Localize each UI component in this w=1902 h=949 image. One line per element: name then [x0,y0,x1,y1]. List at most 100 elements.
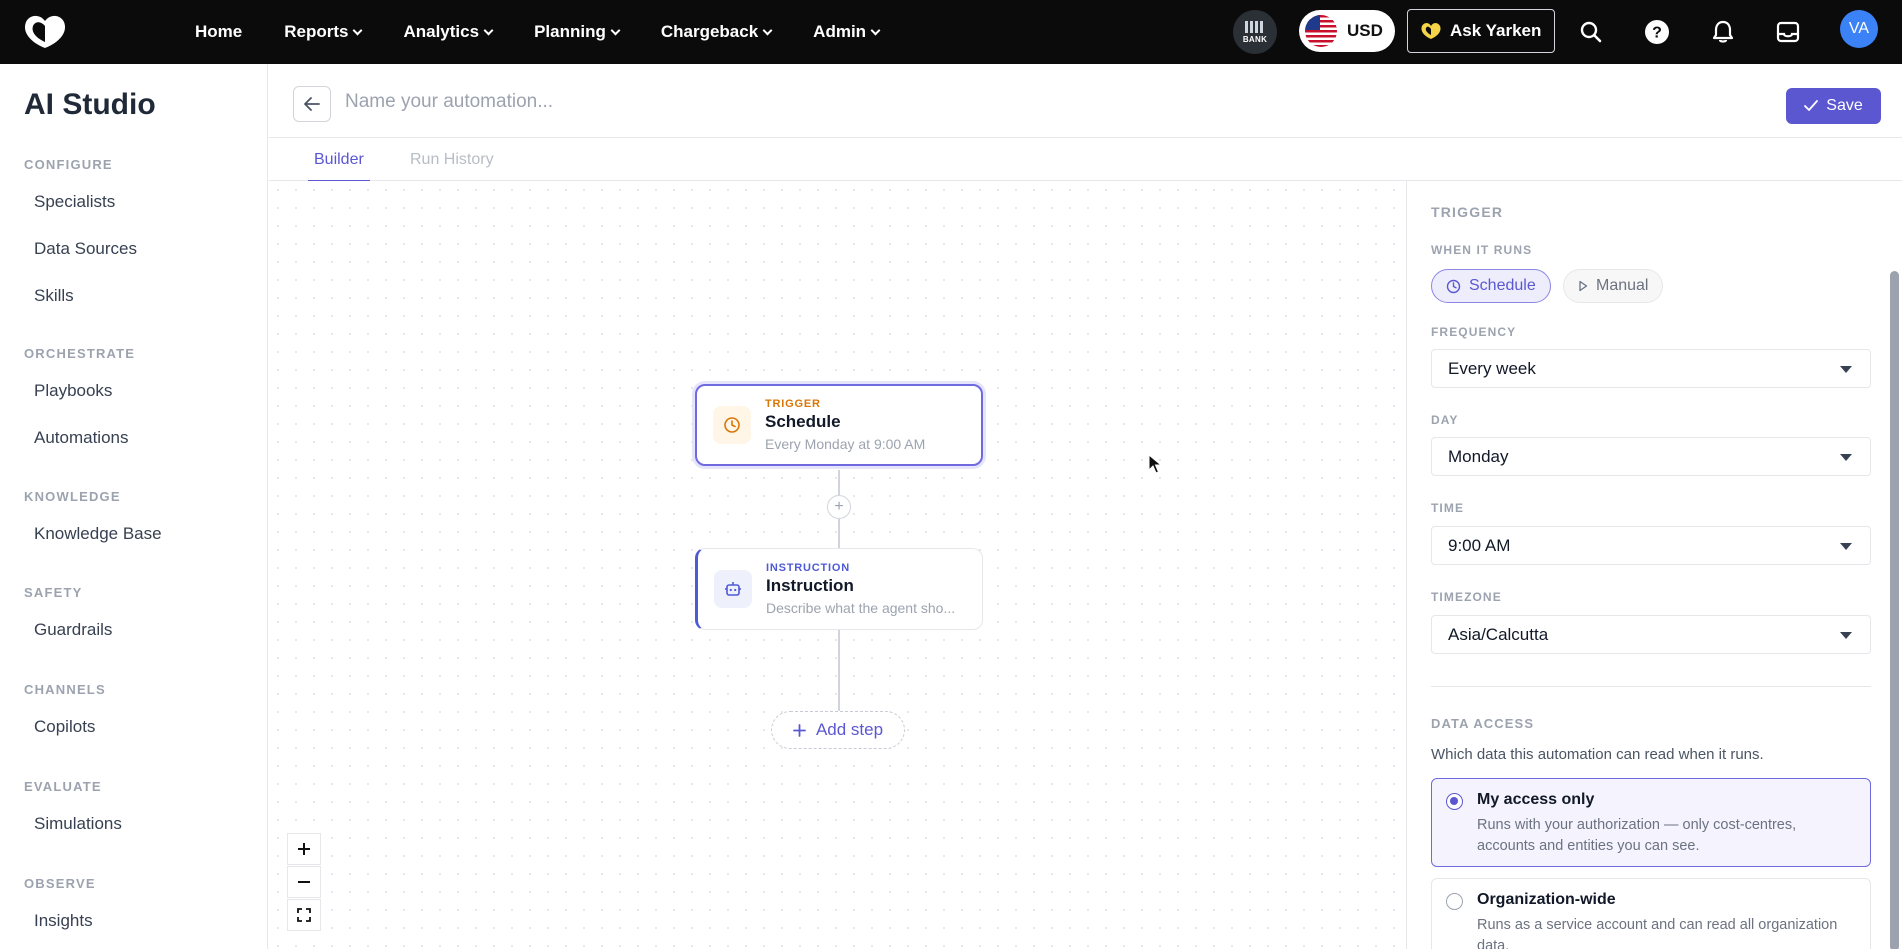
add-step-button[interactable]: Add step [771,711,905,749]
day-select[interactable]: Monday [1431,437,1871,476]
search-icon[interactable] [1573,14,1609,50]
check-icon [1804,100,1819,111]
sidebar-item-simulations[interactable]: Simulations [34,814,122,834]
zoom-in-icon[interactable] [287,833,321,865]
yarken-icon [1421,23,1441,39]
timezone-label: TIMEZONE [1431,590,1502,604]
chevron-down-icon [870,25,881,35]
radio-selected-icon [1446,793,1463,810]
nav-home-label: Home [195,22,243,41]
nav-planning-label: Planning [534,22,606,41]
my-access-only-title: My access only [1477,791,1595,808]
panel-title: TRIGGER [1431,204,1504,220]
sidebar-section-channels: CHANNELS [24,682,106,697]
chevron-down-icon [353,25,363,35]
sidebar-section-configure: CONFIGURE [24,157,113,172]
trigger-settings-panel: TRIGGER WHEN IT RUNS Schedule Manual FRE… [1406,181,1902,949]
data-access-label: DATA ACCESS [1431,716,1535,731]
tab-run-history[interactable]: Run History [410,151,494,169]
play-icon [1579,280,1588,292]
connector-line [838,519,840,548]
app-logo[interactable] [20,12,70,52]
data-access-description: Which data this automation can read when… [1431,746,1764,763]
automation-header: Save [269,64,1902,138]
nav-chargeback-label: Chargeback [660,22,759,41]
nav-analytics-label: Analytics [403,22,480,41]
sidebar-item-insights[interactable]: Insights [34,911,93,931]
chevron-down-icon [610,25,621,35]
top-navigation-bar: Home Reports Analytics Planning Chargeba… [0,0,1902,64]
instruction-node-kind: INSTRUCTION [766,562,850,574]
arrow-left-icon [304,97,320,111]
builder-canvas[interactable]: TRIGGER Schedule Every Monday at 9:00 AM… [269,181,1406,949]
sidebar-item-specialists[interactable]: Specialists [34,192,115,212]
nav-analytics[interactable]: Analytics [403,22,494,42]
bank-selector[interactable]: BANK [1233,10,1277,54]
sidebar-item-data-sources[interactable]: Data Sources [34,239,137,259]
robot-icon [714,570,752,608]
time-label: TIME [1431,501,1465,515]
timezone-select[interactable]: Asia/Calcutta [1431,615,1871,654]
currency-selector[interactable]: USD [1299,10,1395,52]
organization-wide-description: Runs as a service account and can read a… [1477,917,1838,949]
caret-down-icon [1840,454,1852,461]
nav-admin[interactable]: Admin [813,22,881,42]
my-access-only-description: Runs with your authorization — only cost… [1477,817,1797,854]
chevron-down-icon [762,25,773,35]
frequency-label: FREQUENCY [1431,325,1517,339]
when-it-runs-label: WHEN IT RUNS [1431,243,1533,257]
help-icon[interactable]: ? [1639,14,1675,50]
chevron-down-icon [483,25,494,35]
schedule-option-label: Schedule [1469,277,1536,294]
inbox-icon[interactable] [1770,14,1806,50]
sidebar-item-skills[interactable]: Skills [34,286,74,306]
bank-label: BANK [1242,34,1268,44]
manual-option[interactable]: Manual [1563,269,1664,303]
tab-builder[interactable]: Builder [308,151,370,182]
sidebar-section-evaluate: EVALUATE [24,779,102,794]
back-button[interactable] [293,86,331,122]
nav-reports-label: Reports [284,22,349,41]
organization-wide-title: Organization-wide [1477,891,1616,908]
sidebar-item-playbooks[interactable]: Playbooks [34,381,112,401]
avatar-initials: VA [1848,20,1870,37]
us-flag-icon [1305,15,1337,47]
instruction-node-title: Instruction [766,576,854,595]
sidebar-item-copilots[interactable]: Copilots [34,717,95,737]
trigger-node-title: Schedule [765,412,841,431]
nav-home[interactable]: Home [195,22,242,42]
frequency-select[interactable]: Every week [1431,349,1871,388]
nav-planning[interactable]: Planning [534,22,621,42]
instruction-node[interactable]: INSTRUCTION Instruction Describe what th… [695,548,983,630]
save-button[interactable]: Save [1786,88,1881,124]
mouse-cursor-icon [1148,454,1162,474]
nav-chargeback[interactable]: Chargeback [660,22,773,42]
svg-text:?: ? [1652,25,1662,42]
ask-yarken-label: Ask Yarken [1450,21,1542,40]
trigger-node[interactable]: TRIGGER Schedule Every Monday at 9:00 AM [695,384,983,466]
bell-icon[interactable] [1705,14,1741,50]
radio-unselected-icon [1446,893,1463,910]
automation-name-input[interactable] [345,84,1245,120]
ask-yarken-button[interactable]: Ask Yarken [1407,9,1555,53]
sidebar-section-orchestrate: ORCHESTRATE [24,346,136,361]
day-value: Monday [1448,446,1509,466]
panel-scrollbar[interactable] [1890,271,1899,949]
main-nav: Home Reports Analytics Planning Chargeba… [195,0,921,64]
time-select[interactable]: 9:00 AM [1431,526,1871,565]
my-access-only-option[interactable]: My access only Runs with your authorizat… [1431,778,1871,867]
frequency-value: Every week [1448,358,1536,378]
organization-wide-option[interactable]: Organization-wide Runs as a service acco… [1431,878,1871,949]
bank-icon [1245,20,1265,33]
sidebar-item-guardrails[interactable]: Guardrails [34,620,112,640]
nav-reports[interactable]: Reports [284,22,363,42]
sidebar-item-knowledge-base[interactable]: Knowledge Base [34,524,162,544]
user-avatar[interactable]: VA [1840,10,1878,48]
manual-option-label: Manual [1596,277,1649,294]
fit-view-icon[interactable] [287,899,321,931]
schedule-option[interactable]: Schedule [1431,269,1551,303]
clock-icon [713,406,751,444]
insert-step-button[interactable]: + [827,495,851,519]
sidebar-item-automations[interactable]: Automations [34,428,129,448]
zoom-out-icon[interactable] [287,866,321,898]
